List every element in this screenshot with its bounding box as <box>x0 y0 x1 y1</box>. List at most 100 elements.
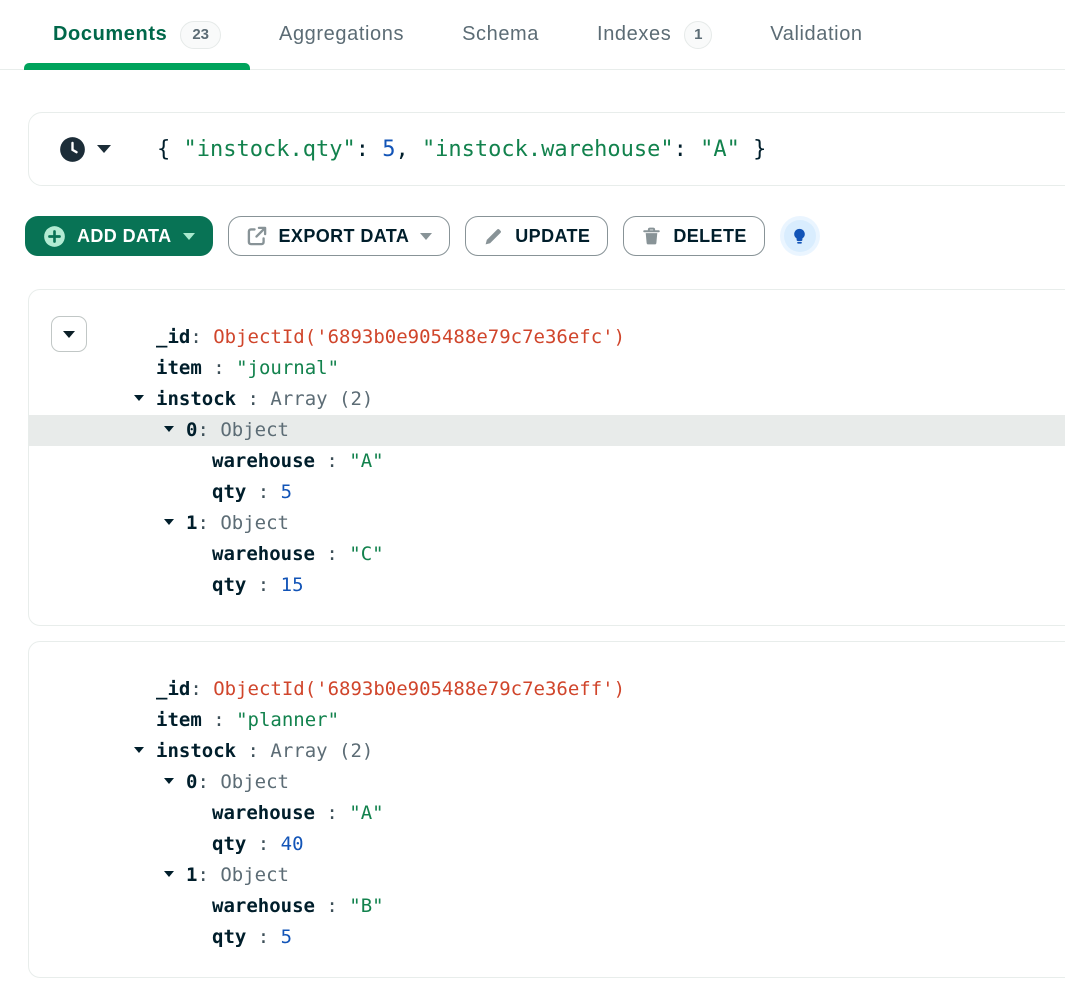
insights-button[interactable] <box>784 220 816 252</box>
field-value: 15 <box>281 574 304 596</box>
field-value: 40 <box>281 833 304 855</box>
delete-button[interactable]: DELETE <box>623 216 764 256</box>
field-separator: : <box>202 357 236 379</box>
tab-documents[interactable]: Documents 23 <box>24 0 250 69</box>
document-field-row[interactable]: warehouse : "C" <box>29 539 1065 570</box>
field-key: qty <box>212 833 246 855</box>
add-data-label: ADD DATA <box>77 226 172 247</box>
field-key: warehouse <box>212 543 315 565</box>
query-token: "A" <box>700 137 740 162</box>
document-field-row[interactable]: 1: Object <box>29 860 1065 891</box>
query-token: , <box>395 137 422 162</box>
delete-label: DELETE <box>673 226 746 247</box>
document-field-row[interactable]: instock : Array (2) <box>29 736 1065 767</box>
update-label: UPDATE <box>515 226 590 247</box>
document-field-row[interactable]: _id: ObjectId('6893b0e905488e79c7e36eff'… <box>29 674 1065 705</box>
tab-schema-label: Schema <box>462 23 539 46</box>
query-token: } <box>740 137 767 162</box>
export-data-button[interactable]: EXPORT DATA <box>228 216 451 256</box>
field-value: Object <box>220 419 289 441</box>
document-field-row[interactable]: qty : 5 <box>29 922 1065 953</box>
document-field-row-highlighted[interactable]: 0: Object <box>29 415 1065 446</box>
field-value: "C" <box>349 543 383 565</box>
field-key: instock <box>156 388 236 410</box>
query-filter-input[interactable]: { "instock.qty": 5, "instock.warehouse":… <box>157 137 766 162</box>
field-key: warehouse <box>212 802 315 824</box>
field-key: 0 <box>186 771 197 793</box>
chevron-down-icon <box>183 233 195 240</box>
query-token: 5 <box>382 137 395 162</box>
field-key: instock <box>156 740 236 762</box>
field-value: ObjectId('6893b0e905488e79c7e36efc') <box>213 326 625 348</box>
chevron-down-icon <box>63 331 75 338</box>
field-key: warehouse <box>212 895 315 917</box>
field-separator: : <box>246 926 280 948</box>
collapse-caret-icon[interactable] <box>164 508 186 539</box>
documents-count-badge: 23 <box>180 21 221 49</box>
collapse-caret-icon[interactable] <box>134 384 156 415</box>
document-field-row[interactable]: qty : 40 <box>29 829 1065 860</box>
tab-schema[interactable]: Schema <box>433 0 568 69</box>
expand-document-button[interactable] <box>51 316 87 352</box>
field-separator: : <box>190 678 213 700</box>
document-card[interactable]: _id: ObjectId('6893b0e905488e79c7e36eff'… <box>28 641 1065 978</box>
document-field-row[interactable]: item : "journal" <box>29 353 1065 384</box>
tab-aggregations-label: Aggregations <box>279 23 404 46</box>
field-key: _id <box>156 326 190 348</box>
collection-tab-bar: Documents 23 Aggregations Schema Indexes… <box>0 0 1065 70</box>
field-value: "A" <box>349 450 383 472</box>
field-key: 0 <box>186 419 197 441</box>
tab-indexes-label: Indexes <box>597 23 671 46</box>
pencil-icon <box>483 226 504 247</box>
update-button[interactable]: UPDATE <box>465 216 608 256</box>
document-card[interactable]: _id: ObjectId('6893b0e905488e79c7e36efc'… <box>28 289 1065 626</box>
field-value: 5 <box>281 481 292 503</box>
tab-documents-label: Documents <box>53 23 167 46</box>
field-separator: : <box>246 833 280 855</box>
field-key: qty <box>212 481 246 503</box>
tab-validation[interactable]: Validation <box>741 0 891 69</box>
document-field-row[interactable]: warehouse : "B" <box>29 891 1065 922</box>
document-field-row[interactable]: qty : 15 <box>29 570 1065 601</box>
field-separator: : <box>246 481 280 503</box>
active-tab-underline <box>24 63 250 70</box>
document-field-row[interactable]: item : "planner" <box>29 705 1065 736</box>
field-value: Array (2) <box>270 388 373 410</box>
document-field-row[interactable]: qty : 5 <box>29 477 1065 508</box>
field-separator: : <box>197 771 220 793</box>
collapse-caret-icon[interactable] <box>134 736 156 767</box>
plus-circle-icon <box>43 225 66 248</box>
field-value: "journal" <box>236 357 339 379</box>
field-value: Object <box>220 512 289 534</box>
add-data-button[interactable]: ADD DATA <box>25 216 213 256</box>
query-history-button[interactable] <box>59 136 111 163</box>
tab-aggregations[interactable]: Aggregations <box>250 0 433 69</box>
field-separator: : <box>246 574 280 596</box>
trash-icon <box>641 226 662 247</box>
collapse-caret-icon[interactable] <box>164 767 186 798</box>
field-value: Array (2) <box>270 740 373 762</box>
field-separator: : <box>197 512 220 534</box>
document-field-row[interactable]: instock : Array (2) <box>29 384 1065 415</box>
field-value: ObjectId('6893b0e905488e79c7e36eff') <box>213 678 625 700</box>
document-field-row[interactable]: warehouse : "A" <box>29 446 1065 477</box>
chevron-down-icon <box>97 145 111 153</box>
export-data-label: EXPORT DATA <box>279 226 410 247</box>
document-field-row[interactable]: _id: ObjectId('6893b0e905488e79c7e36efc'… <box>29 322 1065 353</box>
query-bar[interactable]: { "instock.qty": 5, "instock.warehouse":… <box>28 112 1065 186</box>
collapse-caret-icon[interactable] <box>164 860 186 891</box>
documents-toolbar: ADD DATA EXPORT DATA UPDATE DELETE <box>25 216 1065 256</box>
tab-indexes[interactable]: Indexes 1 <box>568 0 741 69</box>
field-key: warehouse <box>212 450 315 472</box>
document-field-row[interactable]: 0: Object <box>29 767 1065 798</box>
collapse-caret-icon[interactable] <box>164 415 186 446</box>
query-token: { <box>157 137 184 162</box>
document-field-row[interactable]: warehouse : "A" <box>29 798 1065 829</box>
field-value: "planner" <box>236 709 339 731</box>
field-value: Object <box>220 771 289 793</box>
field-separator: : <box>197 864 220 886</box>
document-field-row[interactable]: 1: Object <box>29 508 1065 539</box>
query-token: "instock.qty" <box>184 137 356 162</box>
indexes-count-badge: 1 <box>684 21 712 49</box>
query-token: : <box>674 137 701 162</box>
